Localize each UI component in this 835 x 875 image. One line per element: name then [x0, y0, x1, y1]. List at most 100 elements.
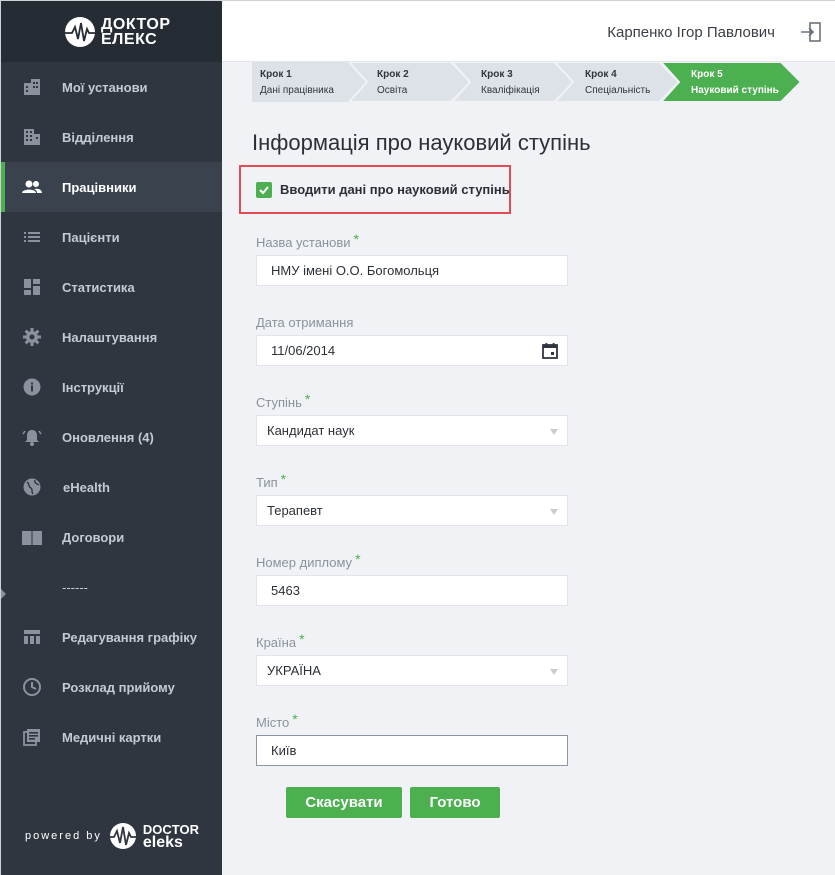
- step-wizard: Крок 1 Дані працівника Крок 2 Освіта Кро…: [252, 62, 803, 102]
- sidebar-collapse-handle[interactable]: [1, 589, 6, 599]
- powered-by: powered by DOCTOR eleks: [25, 821, 199, 851]
- city-label: Місто *: [256, 711, 298, 730]
- step-name: Науковий ступінь: [691, 85, 779, 96]
- institution-label-text: Назва установи: [256, 235, 351, 250]
- diploma-label: Номер диплому *: [256, 551, 361, 570]
- degree-label: Ступінь *: [256, 391, 310, 410]
- page-title: Інформація про науковий ступінь: [252, 130, 591, 155]
- logout-icon[interactable]: [800, 21, 822, 43]
- degree-select[interactable]: Кандидат наук: [256, 415, 568, 446]
- institution-field[interactable]: НМУ імені О.О. Богомольця: [256, 255, 568, 286]
- date-field[interactable]: 11/06/2014: [256, 335, 568, 366]
- sidebar-item-employees[interactable]: Працівники: [1, 162, 222, 212]
- institution-label: Назва установи *: [256, 231, 359, 250]
- logo-line2: ЕЛЕКС: [101, 31, 158, 48]
- sidebar-item-label: Договори: [62, 529, 125, 545]
- step-name: Освіта: [377, 85, 408, 96]
- bell-icon: [21, 426, 43, 448]
- sidebar-item-statistics[interactable]: Статистика: [1, 262, 222, 312]
- sidebar-item-label: Працівники: [62, 179, 137, 195]
- people-icon: [21, 176, 43, 198]
- sidebar-item-ehealth[interactable]: eHealth: [1, 462, 222, 512]
- powered-by-text: powered by: [25, 830, 102, 842]
- type-value: Терапевт: [267, 503, 323, 518]
- degree-value: Кандидат наук: [267, 423, 355, 438]
- date-label: Дата отримання: [256, 315, 354, 330]
- sidebar: ДОКТОР ЕЛЕКС Мої установи Відділення Пра…: [1, 1, 222, 875]
- powered-brand-line2: eleks: [142, 834, 183, 851]
- sidebar-item-label: eHealth: [63, 479, 110, 495]
- list-icon: [21, 226, 43, 248]
- step-num: Крок 1: [260, 69, 292, 80]
- sidebar-item-updates[interactable]: Оновлення (4): [1, 412, 222, 462]
- diploma-label-text: Номер диплому: [256, 555, 353, 570]
- sidebar-item-instructions[interactable]: Інструкції: [1, 362, 222, 412]
- step-name: Дані працівника: [260, 85, 334, 96]
- chevron-down-icon: [550, 669, 558, 675]
- degree-checkbox[interactable]: [256, 182, 272, 198]
- gear-icon: [21, 326, 43, 348]
- sidebar-item-appointments[interactable]: Розклад прийому: [1, 662, 222, 712]
- main-content: Крок 1 Дані працівника Крок 2 Освіта Кро…: [222, 62, 835, 875]
- sidebar-item-label: Оновлення (4): [62, 429, 154, 445]
- step-5-shape: [661, 62, 803, 102]
- country-select[interactable]: УКРАЇНА: [256, 655, 568, 686]
- city-value: Київ: [271, 743, 297, 758]
- step-5[interactable]: Крок 5 Науковий ступінь: [661, 62, 803, 102]
- required-mark: *: [292, 711, 298, 727]
- country-label-text: Країна: [256, 635, 297, 650]
- country-value: УКРАЇНА: [267, 663, 321, 678]
- sidebar-item-label: Налаштування: [62, 329, 158, 345]
- sidebar-item-label: Медичні картки: [62, 729, 162, 745]
- required-mark: *: [280, 471, 287, 487]
- done-button[interactable]: Готово: [410, 787, 500, 818]
- step-num: Крок 2: [377, 69, 409, 80]
- info-icon: [21, 376, 43, 398]
- sidebar-item-label: Відділення: [62, 129, 134, 145]
- date-value: 11/06/2014: [271, 343, 336, 358]
- sidebar-nav: Мої установи Відділення Працівники Паціє…: [1, 62, 222, 762]
- globe-icon: [21, 476, 43, 498]
- records-icon: [21, 726, 43, 748]
- sidebar-separator: ------: [62, 579, 88, 595]
- sidebar-item-schedule-edit[interactable]: Редагування графіку: [1, 612, 222, 662]
- institution-value: НМУ імені О.О. Богомольця: [271, 263, 440, 278]
- step-num: Крок 5: [691, 69, 723, 80]
- step-name: Спеціальність: [585, 85, 651, 96]
- required-mark: *: [355, 551, 361, 567]
- clock-icon: [21, 676, 43, 698]
- calendar-icon[interactable]: [541, 342, 559, 360]
- sidebar-item-departments[interactable]: Відділення: [1, 112, 222, 162]
- sidebar-item-label: Інструкції: [62, 379, 124, 395]
- required-mark: *: [299, 631, 305, 647]
- type-label: Тип *: [256, 471, 287, 490]
- cancel-button[interactable]: Скасувати: [286, 787, 402, 818]
- step-name: Кваліфікація: [481, 85, 540, 96]
- degree-checkbox-label[interactable]: Вводити дані про науковий ступінь: [280, 182, 510, 197]
- city-field[interactable]: Київ: [256, 735, 568, 766]
- sidebar-item-patients[interactable]: Пацієнти: [1, 212, 222, 262]
- user-name[interactable]: Карпенко Ігор Павлович: [607, 24, 775, 41]
- sidebar-item-contracts[interactable]: Договори: [1, 512, 222, 562]
- table-icon: [21, 626, 43, 648]
- building-icon: [21, 126, 43, 148]
- sidebar-item-medical-records[interactable]: Медичні картки: [1, 712, 222, 762]
- checkmark-icon: [259, 186, 269, 195]
- degree-label-text: Ступінь: [256, 395, 302, 410]
- sidebar-item-my-institutions[interactable]: Мої установи: [1, 62, 222, 112]
- app-logo[interactable]: ДОКТОР ЕЛЕКС: [63, 15, 171, 49]
- app-window: ДОКТОР ЕЛЕКС Мої установи Відділення Пра…: [0, 0, 835, 875]
- sidebar-item-label: Редагування графіку: [62, 629, 197, 645]
- step-num: Крок 3: [481, 69, 513, 80]
- sidebar-item-label: Статистика: [62, 279, 135, 295]
- chevron-down-icon: [550, 429, 558, 435]
- required-mark: *: [353, 231, 359, 247]
- buildings-icon: [21, 76, 43, 98]
- type-label-text: Тип: [256, 475, 278, 490]
- sidebar-item-settings[interactable]: Налаштування: [1, 312, 222, 362]
- top-header: Карпенко Ігор Павлович: [222, 1, 835, 62]
- diploma-number-field[interactable]: 5463: [256, 575, 568, 606]
- doctor-eleks-logo-icon: [106, 823, 139, 849]
- sidebar-item-label: Розклад прийому: [62, 679, 175, 695]
- type-select[interactable]: Терапевт: [256, 495, 568, 526]
